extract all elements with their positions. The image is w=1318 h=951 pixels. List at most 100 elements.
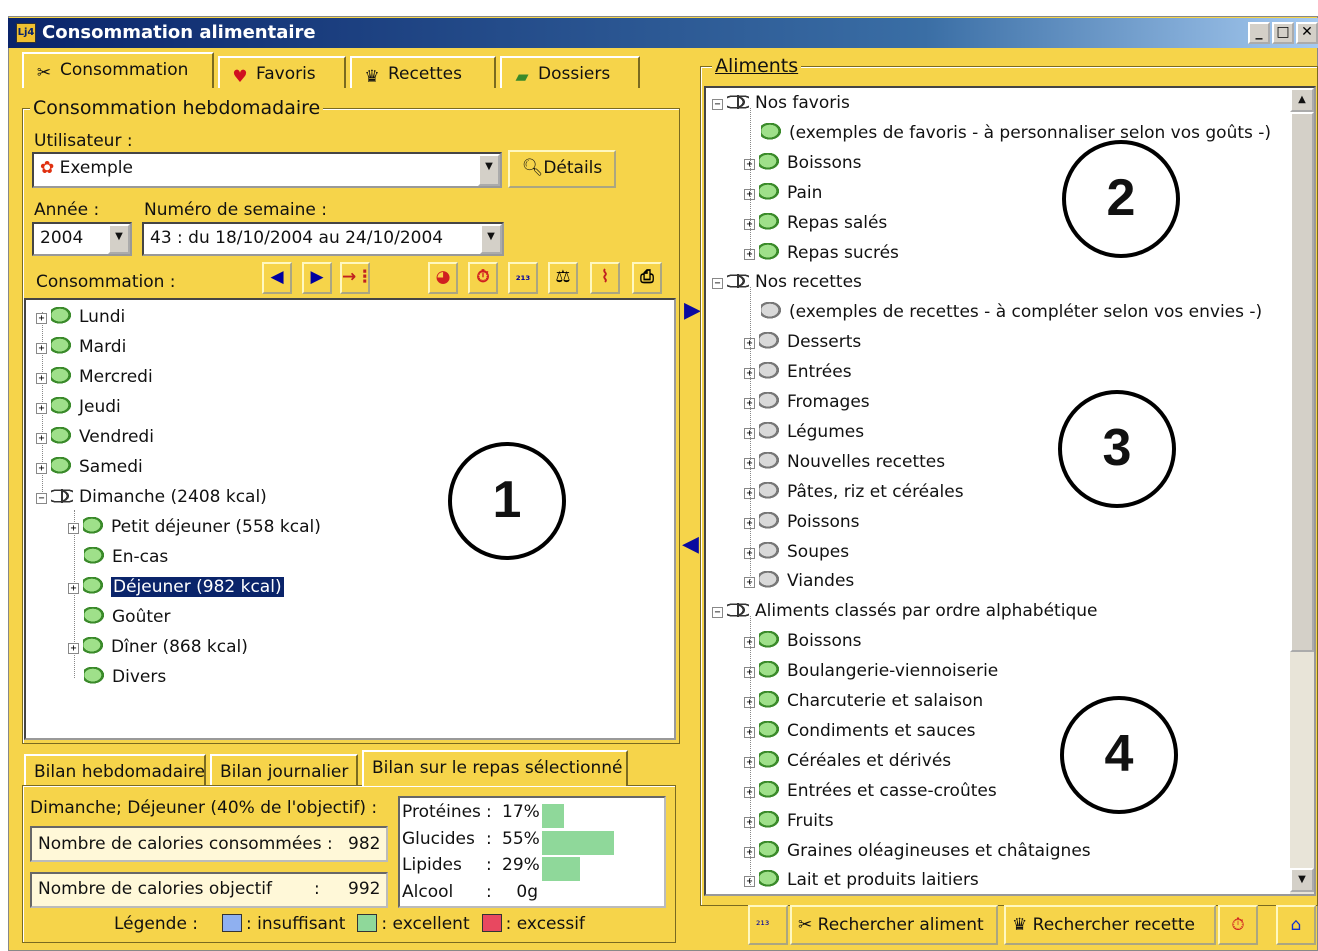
tab-favoris[interactable]: ♥ Favoris — [218, 56, 346, 88]
expand-icon[interactable]: + — [68, 643, 79, 654]
tab-bilan-hebdomadaire[interactable]: Bilan hebdomadaire — [24, 754, 206, 786]
tree-category-item[interactable]: (exemples de favoris - à personnaliser s… — [744, 122, 1271, 144]
next-week-button[interactable]: ▶ — [302, 262, 332, 294]
printer-icon[interactable]: ⎙ — [632, 262, 662, 294]
stopwatch-button[interactable]: ⏱ — [1218, 905, 1258, 945]
collapse-icon[interactable]: − — [36, 493, 47, 504]
collapse-icon[interactable]: − — [712, 607, 723, 619]
details-button[interactable]: 🔍︎Détails — [508, 150, 616, 188]
year-select[interactable]: 2004 ▼ — [32, 222, 132, 256]
aliments-tree[interactable]: − Nos favoris (exemples de favoris - à per… — [704, 86, 1316, 896]
tree-category-item[interactable]: + Entrées et casse-croûtes — [744, 780, 997, 802]
remove-from-meal-arrow[interactable]: ◀ — [682, 532, 699, 557]
tree-category-item[interactable]: + Repas salés — [744, 212, 887, 234]
pie-chart-icon[interactable]: ◕ — [428, 262, 458, 294]
chevron-down-icon[interactable]: ▼ — [480, 224, 502, 254]
tree-day-jeudi[interactable]: + Jeudi — [36, 396, 121, 418]
tree-day-mercredi[interactable]: + Mercredi — [36, 366, 153, 388]
previous-week-button[interactable]: ◀ — [262, 262, 292, 294]
tree-category-item[interactable]: + Boissons — [744, 152, 862, 174]
book-icon — [51, 367, 73, 385]
tree-category-item[interactable]: + Entrées — [744, 361, 852, 383]
minimize-button[interactable]: _ — [1248, 22, 1270, 44]
consumption-tree[interactable]: + Lundi + Mardi + Mercredi + Jeudi + Vendredi… — [24, 298, 676, 740]
tree-section-alpha[interactable]: − Aliments classés par ordre alphabétique — [712, 600, 1097, 622]
collapse-icon[interactable]: − — [712, 278, 723, 290]
flower-icon: ✿ — [40, 158, 55, 178]
open-book-icon — [727, 272, 749, 291]
expand-icon[interactable]: + — [36, 373, 47, 384]
expand-icon[interactable]: + — [36, 313, 47, 324]
stopwatch-icon[interactable]: ⏱ — [468, 262, 498, 294]
add-to-meal-arrow[interactable]: ▶ — [684, 298, 701, 323]
tree-section-favoris[interactable]: − Nos favoris — [712, 92, 850, 114]
tree-category-item[interactable]: + Nouvelles recettes — [744, 451, 945, 473]
line-chart-icon[interactable]: ⌇ — [590, 262, 620, 294]
podium-icon[interactable]: ₂₁₃ — [508, 262, 538, 294]
scale-icon[interactable]: ⚖ — [548, 262, 578, 294]
tree-category-item[interactable]: + Graines oléagineuses et châtaignes — [744, 840, 1091, 862]
aliments-scrollbar[interactable]: ▲ ▼ — [1290, 88, 1314, 894]
tree-day-mardi[interactable]: + Mardi — [36, 336, 126, 358]
goto-current-week-button[interactable]: →⋮ — [340, 262, 373, 294]
expand-icon[interactable]: + — [36, 433, 47, 444]
book-icon — [759, 152, 781, 171]
tree-meal-diner[interactable]: + Dîner (868 kcal) — [68, 636, 248, 658]
chevron-down-icon[interactable]: ▼ — [108, 224, 130, 254]
tree-category-item[interactable]: + Légumes — [744, 421, 864, 443]
tree-day-dimanche[interactable]: − Dimanche (2408 kcal) — [36, 486, 267, 508]
tree-day-samedi[interactable]: + Samedi — [36, 456, 143, 478]
tree-category-item[interactable]: + Viandes — [744, 570, 854, 592]
chevron-down-icon[interactable]: ▼ — [478, 154, 500, 186]
home-button[interactable]: ⌂ — [1276, 905, 1316, 945]
expand-icon[interactable]: + — [36, 343, 47, 354]
tree-meal-gouter[interactable]: Goûter — [84, 606, 170, 628]
tree-category-item[interactable]: + Charcuterie et salaison — [744, 690, 983, 712]
tree-category-item[interactable]: + Boulangerie-viennoiserie — [744, 660, 998, 682]
tree-category-item[interactable]: + Pain — [744, 182, 822, 204]
fork-knife-icon: ✂ — [36, 63, 52, 83]
expand-icon[interactable]: + — [36, 403, 47, 414]
expand-icon[interactable]: + — [68, 583, 79, 594]
tree-category-item[interactable]: + Fruits — [744, 810, 834, 832]
tab-consommation[interactable]: ✂ Consommation — [22, 52, 214, 88]
tree-day-vendredi[interactable]: + Vendredi — [36, 426, 154, 448]
scroll-thumb[interactable] — [1290, 112, 1314, 652]
tree-category-item[interactable]: + Lait et produits laitiers — [744, 869, 979, 891]
scroll-down-button[interactable]: ▼ — [1290, 868, 1314, 892]
tree-meal-dejeuner[interactable]: + Déjeuner (982 kcal) — [68, 576, 285, 598]
tree-meal-petit-dejeuner[interactable]: + Petit déjeuner (558 kcal) — [68, 516, 321, 538]
scroll-up-button[interactable]: ▲ — [1290, 88, 1314, 112]
tree-category-item[interactable]: + Fromages — [744, 391, 870, 413]
tree-category-item[interactable]: + Poissons — [744, 511, 860, 533]
tree-category-item[interactable]: + Desserts — [744, 331, 861, 353]
tree-meal-en-cas[interactable]: En-cas — [84, 546, 168, 568]
legend-label: : insuffisant — [246, 914, 346, 934]
tab-dossiers[interactable]: ▰ Dossiers — [500, 56, 640, 88]
week-select[interactable]: 43 : du 18/10/2004 au 24/10/2004 ▼ — [142, 222, 504, 256]
tree-category-item[interactable]: + Soupes — [744, 541, 849, 563]
tree-meal-divers[interactable]: Divers — [84, 666, 166, 688]
tab-bilan-repas[interactable]: Bilan sur le repas sélectionné — [362, 750, 628, 786]
close-button[interactable]: ✕ — [1296, 22, 1318, 44]
tab-bilan-journalier[interactable]: Bilan journalier — [210, 754, 358, 786]
search-recipe-button[interactable]: ♛ Rechercher recette — [1004, 905, 1216, 945]
expand-icon[interactable]: + — [36, 463, 47, 474]
ranking-button[interactable]: ₂₁₃ — [748, 905, 788, 945]
tree-category-item[interactable]: + Condiments et sauces — [744, 720, 976, 742]
tree-category-item[interactable]: + Repas sucrés — [744, 242, 899, 264]
tree-section-recettes[interactable]: − Nos recettes — [712, 271, 862, 293]
tree-day-lundi[interactable]: + Lundi — [36, 306, 125, 328]
book-icon — [759, 661, 781, 680]
collapse-icon[interactable]: − — [712, 99, 723, 110]
tree-category-item[interactable]: + Céréales et dérivés — [744, 750, 951, 772]
expand-icon[interactable]: + — [68, 523, 79, 534]
tree-category-item[interactable]: + Pâtes, riz et céréales — [744, 481, 964, 503]
nutrient-name: Protéines — [402, 802, 481, 822]
search-food-button[interactable]: ✂ Rechercher aliment — [790, 905, 998, 945]
maximize-button[interactable]: □ — [1272, 22, 1294, 44]
tree-category-item[interactable]: (exemples de recettes - à compléter selo… — [744, 301, 1262, 323]
tab-recettes[interactable]: ♛ Recettes — [350, 56, 496, 88]
user-select[interactable]: ✿ Exemple ▼ — [32, 152, 502, 188]
tree-category-item[interactable]: + Boissons — [744, 630, 862, 652]
